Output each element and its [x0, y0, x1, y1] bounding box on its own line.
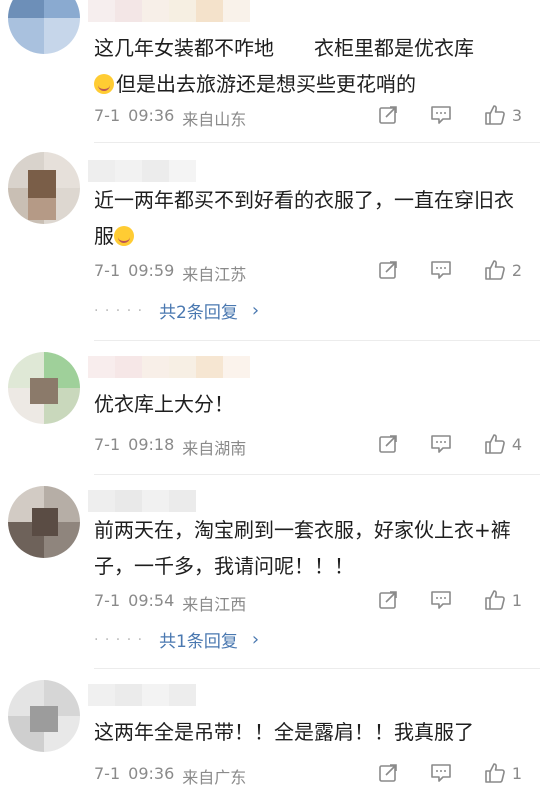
- comment-icon: [431, 591, 451, 609]
- comment-date: 7-1: [94, 764, 121, 783]
- share-button[interactable]: [378, 434, 398, 454]
- chevron-right-icon: ›: [251, 629, 260, 650]
- thumbs-up-icon: [485, 434, 505, 454]
- username-blurred[interactable]: [88, 160, 248, 182]
- avatar[interactable]: [8, 680, 80, 752]
- divider: [94, 668, 540, 669]
- comment-text-line: 优衣库上大分！: [94, 392, 234, 416]
- divider: [94, 474, 540, 475]
- comment-actions: 1: [346, 589, 522, 611]
- like-button[interactable]: 3: [484, 104, 522, 126]
- comment-location: 来自湖南: [182, 439, 247, 458]
- view-replies-link[interactable]: · · · · · 共2条回复 ›: [94, 298, 259, 323]
- comment-button[interactable]: [430, 260, 452, 280]
- replies-label: 共2条回复: [159, 303, 238, 323]
- avatar[interactable]: [8, 0, 80, 54]
- comment-date: 7-1: [94, 435, 121, 454]
- share-button[interactable]: [378, 260, 398, 280]
- comment-location: 来自山东: [182, 110, 247, 129]
- comment-icon: [431, 435, 451, 453]
- like-count: 2: [511, 260, 522, 280]
- thumbs-up-icon: [485, 763, 505, 783]
- comment-text: 这两年全是吊带！！全是露肩！！我真服了: [94, 714, 524, 750]
- comment-date: 7-1: [94, 591, 121, 610]
- thumbs-up-icon: [485, 260, 505, 280]
- comment-meta: 7-1 09:54 来自江西: [94, 591, 246, 615]
- divider: [94, 142, 540, 143]
- replies-label: 共1条回复: [159, 632, 238, 652]
- reply-dots: · · · · ·: [94, 302, 144, 319]
- comment-actions: 1: [346, 762, 522, 784]
- comment-time: 09:18: [128, 435, 175, 454]
- thumbs-up-icon: [485, 105, 505, 125]
- comment-time: 09:36: [128, 764, 175, 783]
- like-button[interactable]: 4: [484, 433, 522, 455]
- comment-icon: [431, 764, 451, 782]
- username-blurred[interactable]: [88, 0, 250, 22]
- comment-text-line: 但是出去旅游还是想买些更花哨的: [116, 72, 416, 96]
- comment-actions: 4: [346, 433, 522, 455]
- divider: [94, 340, 540, 341]
- like-button[interactable]: 1: [484, 589, 522, 611]
- comment-date: 7-1: [94, 261, 121, 280]
- username-blurred[interactable]: [88, 490, 248, 512]
- comment-meta: 7-1 09:18 来自湖南: [94, 435, 246, 459]
- comment-text-line: 这几年女装都不咋地 衣柜里都是优衣库: [94, 36, 474, 60]
- comment-time: 09:59: [128, 261, 175, 280]
- comment-meta: 7-1 09:36 来自山东: [94, 106, 246, 130]
- comment-meta: 7-1 09:59 来自江苏: [94, 261, 246, 285]
- comment-time: 09:36: [128, 106, 175, 125]
- share-button[interactable]: [378, 763, 398, 783]
- like-count: 3: [511, 105, 522, 125]
- comment-text: 近一两年都买不到好看的衣服了，一直在穿旧衣服: [94, 182, 524, 254]
- comment-actions: 2: [346, 259, 522, 281]
- thumbs-up-icon: [485, 590, 505, 610]
- reply-dots: · · · · ·: [94, 631, 144, 648]
- comment-icon: [431, 261, 451, 279]
- like-button[interactable]: 1: [484, 762, 522, 784]
- like-count: 1: [511, 763, 522, 783]
- comment-actions: 3: [346, 104, 522, 126]
- view-replies-link[interactable]: · · · · · 共1条回复 ›: [94, 627, 259, 652]
- comment-text: 这几年女装都不咋地 衣柜里都是优衣库 但是出去旅游还是想买些更花哨的: [94, 30, 524, 102]
- comment-icon: [431, 106, 451, 124]
- username-blurred[interactable]: [88, 356, 250, 378]
- share-icon: [379, 106, 397, 124]
- comment-text: 优衣库上大分！: [94, 386, 524, 422]
- share-icon: [379, 764, 397, 782]
- comment-location: 来自江苏: [182, 265, 247, 284]
- comment-text-line: 这两年全是吊带！！全是露肩！！我真服了: [94, 720, 474, 744]
- comment-time: 09:54: [128, 591, 175, 610]
- like-button[interactable]: 2: [484, 259, 522, 281]
- avatar[interactable]: [8, 352, 80, 424]
- comment-text-line: 前两天在，淘宝刷到一套衣服，好家伙上衣+裤子，一千多，我请问呢！！！: [94, 518, 511, 578]
- share-icon: [379, 435, 397, 453]
- comment-location: 来自江西: [182, 595, 247, 614]
- comment-button[interactable]: [430, 763, 452, 783]
- like-count: 1: [511, 590, 522, 610]
- comment-button[interactable]: [430, 590, 452, 610]
- share-icon: [379, 261, 397, 279]
- comment-date: 7-1: [94, 106, 121, 125]
- username-blurred[interactable]: [88, 684, 248, 706]
- comment-text-line: 近一两年都买不到好看的衣服了，一直在穿旧衣服: [94, 188, 514, 248]
- like-count: 4: [511, 434, 522, 454]
- laugh-cry-emoji-icon: [94, 74, 114, 94]
- avatar[interactable]: [8, 152, 80, 224]
- chevron-right-icon: ›: [251, 300, 260, 321]
- laugh-cry-emoji-icon: [114, 226, 134, 246]
- share-button[interactable]: [378, 590, 398, 610]
- comment-meta: 7-1 09:36 来自广东: [94, 764, 246, 788]
- comment-button[interactable]: [430, 434, 452, 454]
- comment-location: 来自广东: [182, 768, 247, 787]
- avatar[interactable]: [8, 486, 80, 558]
- comment-text: 前两天在，淘宝刷到一套衣服，好家伙上衣+裤子，一千多，我请问呢！！！: [94, 512, 524, 584]
- comment-button[interactable]: [430, 105, 452, 125]
- share-button[interactable]: [378, 105, 398, 125]
- share-icon: [379, 591, 397, 609]
